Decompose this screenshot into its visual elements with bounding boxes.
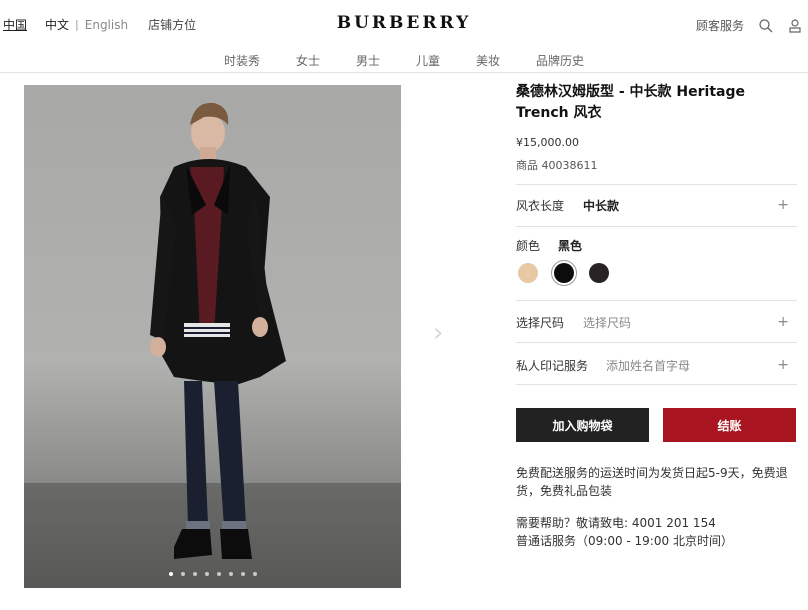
- header-divider: [0, 72, 808, 73]
- color-label: 颜色: [516, 239, 541, 253]
- color-swatch-dark[interactable]: [589, 263, 609, 283]
- color-value: 黑色: [558, 239, 583, 253]
- product-sku: 商品 40038611: [516, 159, 598, 172]
- checkout-button[interactable]: 结账: [663, 408, 796, 442]
- top-header: 中国 中文 | English 店铺方位 BURBERRY 顾客服务: [0, 0, 808, 48]
- add-to-bag-button[interactable]: 加入购物袋: [516, 408, 649, 442]
- nav-item-heritage[interactable]: 品牌历史: [536, 52, 584, 69]
- brand-logo[interactable]: BURBERRY: [0, 13, 808, 33]
- plus-icon[interactable]: +: [777, 314, 789, 330]
- gallery-dot[interactable]: [228, 572, 233, 576]
- help-phone: 需要帮助？敬请致电: 4001 201 154: [516, 516, 716, 530]
- gallery-dot[interactable]: [180, 572, 185, 576]
- customer-service-link[interactable]: 顾客服务: [696, 17, 744, 34]
- gallery-dot[interactable]: [204, 572, 209, 576]
- shipping-note: 免费配送服务的运送时间为发货日起5-9天，免费退货，免费礼品包装: [516, 466, 788, 498]
- gallery-dot[interactable]: [240, 572, 245, 576]
- nav-item-women[interactable]: 女士: [296, 52, 320, 69]
- user-icon[interactable]: [788, 18, 804, 34]
- color-selector: 颜色 黑色: [516, 226, 797, 300]
- plus-icon[interactable]: +: [777, 197, 789, 213]
- size-label: 选择尺码: [516, 316, 565, 330]
- gallery-dot[interactable]: [252, 572, 257, 576]
- size-placeholder: 选择尺码: [583, 316, 632, 330]
- monogram-label: 私人印记服务: [516, 359, 589, 373]
- plus-icon[interactable]: +: [777, 357, 789, 373]
- service-hours: 普通话服务（09:00 - 19:00 北京时间）: [516, 534, 733, 548]
- size-selector[interactable]: 选择尺码 选择尺码 +: [516, 300, 797, 342]
- color-swatch-honey[interactable]: [518, 263, 538, 283]
- nav-item-children[interactable]: 儿童: [416, 52, 440, 69]
- product-price: ¥15,000.00: [516, 136, 579, 149]
- monogram-selector[interactable]: 私人印记服务 添加姓名首字母 +: [516, 342, 797, 385]
- gallery-dot[interactable]: [192, 572, 197, 576]
- product-image[interactable]: [24, 85, 401, 588]
- main-nav: 时装秀 女士 男士 儿童 美妆 品牌历史: [0, 52, 808, 69]
- nav-item-men[interactable]: 男士: [356, 52, 380, 69]
- length-label: 风衣长度: [516, 199, 565, 213]
- length-selector[interactable]: 风衣长度 中长款 +: [516, 184, 797, 226]
- gallery-dot[interactable]: [168, 572, 173, 576]
- gallery-dot[interactable]: [216, 572, 221, 576]
- product-info: 桑德林汉姆版型 - 中长款 Heritage Trench 风衣 ¥15,000…: [516, 82, 797, 173]
- gallery-pagination: [24, 572, 401, 576]
- chevron-right-icon[interactable]: ›: [433, 318, 443, 348]
- monogram-placeholder: 添加姓名首字母: [606, 359, 691, 373]
- nav-item-beauty[interactable]: 美妆: [476, 52, 500, 69]
- header-utilities: 顾客服务: [696, 17, 804, 34]
- product-title: 桑德林汉姆版型 - 中长款 Heritage Trench 风衣: [516, 84, 746, 121]
- nav-item-runway[interactable]: 时装秀: [224, 52, 260, 69]
- color-swatch-black[interactable]: [554, 263, 574, 283]
- search-icon[interactable]: [758, 18, 774, 34]
- model-figure: [150, 102, 286, 559]
- length-value: 中长款: [583, 199, 620, 213]
